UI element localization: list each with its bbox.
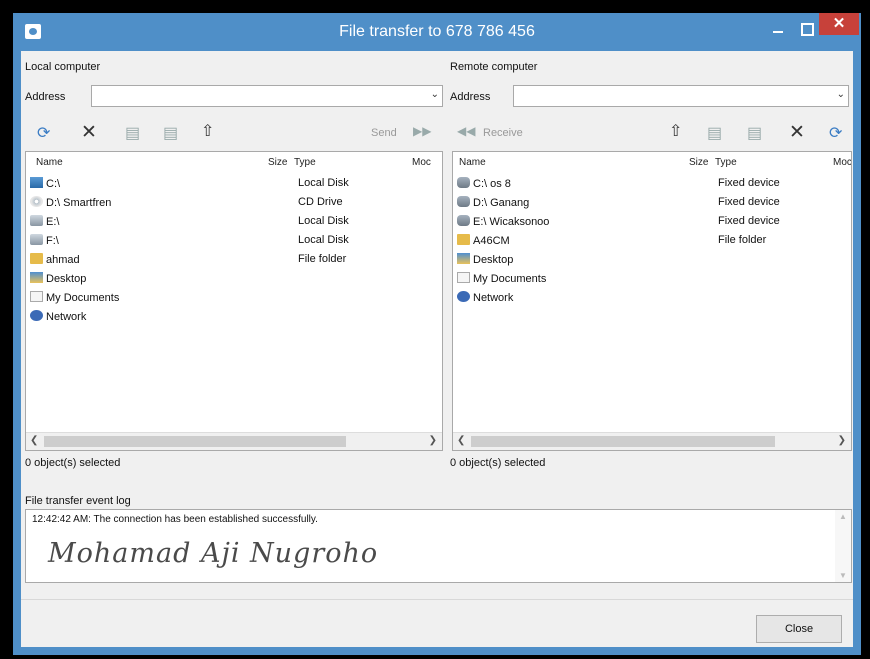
documents-icon <box>457 272 470 283</box>
scroll-down-icon[interactable]: ▼ <box>839 571 847 580</box>
signature-watermark: Mohamad Aji Nugroho <box>48 538 379 569</box>
log-vertical-scrollbar[interactable]: ▲ ▼ <box>835 510 851 582</box>
remote-address-field[interactable]: ⌄ <box>513 85 849 107</box>
local-horizontal-scrollbar[interactable]: ❮ ❯ <box>26 432 442 450</box>
scroll-thumb[interactable] <box>44 436 346 447</box>
list-item[interactable]: My Documents <box>30 291 119 310</box>
refresh-icon[interactable]: ⟳ <box>37 123 50 143</box>
list-item[interactable]: Desktop <box>457 253 513 272</box>
title-bar[interactable]: File transfer to 678 786 456 ✕ <box>13 13 861 51</box>
desktop-icon <box>30 272 43 283</box>
receive-arrow-icon[interactable]: ◀◀ <box>457 124 475 138</box>
documents-icon <box>30 291 43 302</box>
item-type: Local Disk <box>298 215 349 227</box>
list-item[interactable]: F:\ <box>30 234 59 253</box>
scroll-left-icon[interactable]: ❮ <box>457 435 465 446</box>
item-type: File folder <box>718 234 767 246</box>
remote-horizontal-scrollbar[interactable]: ❮ ❯ <box>453 432 851 450</box>
column-name[interactable]: Name <box>459 157 486 168</box>
refresh-icon[interactable]: ⟳ <box>829 123 842 143</box>
local-file-list[interactable]: Name Size Type Moc C:\ Local Disk D:\ Sm… <box>25 151 443 451</box>
delete-icon[interactable]: ✕ <box>81 121 97 144</box>
event-log-label: File transfer event log <box>25 495 131 507</box>
window-close-button[interactable]: ✕ <box>819 13 859 35</box>
close-button[interactable]: Close <box>756 615 842 643</box>
column-size[interactable]: Size <box>268 157 287 168</box>
remote-status: 0 object(s) selected <box>450 457 546 469</box>
list-item[interactable]: E:\ <box>30 215 59 234</box>
list-item[interactable]: E:\ Wicaksonoo <box>457 215 549 234</box>
scroll-left-icon[interactable]: ❮ <box>30 435 38 446</box>
fixed-disk-icon <box>457 215 470 226</box>
local-status: 0 object(s) selected <box>25 457 121 469</box>
list-item[interactable]: D:\ Smartfren <box>30 196 111 215</box>
item-type: Fixed device <box>718 215 780 227</box>
log-entry: 12:42:42 AM: The connection has been est… <box>32 514 318 525</box>
list-item[interactable]: ahmad <box>30 253 80 272</box>
remote-computer-label: Remote computer <box>450 61 538 73</box>
fixed-disk-icon <box>457 196 470 207</box>
column-modified[interactable]: Moc <box>412 157 431 168</box>
new-folder-icon[interactable]: ▤ <box>747 123 762 143</box>
scroll-thumb[interactable] <box>471 436 775 447</box>
event-log[interactable]: 12:42:42 AM: The connection has been est… <box>25 509 852 583</box>
list-item[interactable]: My Documents <box>457 272 546 291</box>
local-list-header: Name Size Type Moc <box>26 152 442 172</box>
network-icon <box>30 310 43 321</box>
file-transfer-window: File transfer to 678 786 456 ✕ Local com… <box>13 13 861 655</box>
fixed-disk-icon <box>457 177 470 188</box>
properties-icon[interactable]: ▤ <box>163 123 178 143</box>
folder-icon <box>457 234 470 245</box>
item-type: Fixed device <box>718 196 780 208</box>
list-item[interactable]: Desktop <box>30 272 86 291</box>
window-title: File transfer to 678 786 456 <box>339 23 535 40</box>
local-address-field[interactable]: ⌄ <box>91 85 443 107</box>
dialog-body: Local computer Address ⌄ ⟳ ✕ ▤ ▤ ⇧ Send … <box>21 51 853 647</box>
column-type[interactable]: Type <box>715 157 737 168</box>
local-address-label: Address <box>25 91 66 103</box>
column-type[interactable]: Type <box>294 157 316 168</box>
scroll-right-icon[interactable]: ❯ <box>429 435 437 446</box>
cd-drive-icon <box>30 196 43 207</box>
item-type: File folder <box>298 253 347 265</box>
remote-address-label: Address <box>450 91 491 103</box>
local-computer-label: Local computer <box>25 61 101 73</box>
receive-button[interactable]: Receive <box>483 127 523 139</box>
properties-icon[interactable]: ▤ <box>707 123 722 143</box>
folder-icon <box>30 253 43 264</box>
send-arrow-icon[interactable]: ▶▶ <box>413 124 431 138</box>
parent-folder-icon[interactable]: ⇧ <box>201 121 214 141</box>
remote-list-header: Name Size Type Moc <box>453 152 851 172</box>
list-item[interactable]: D:\ Ganang <box>457 196 529 215</box>
send-button[interactable]: Send <box>371 127 397 139</box>
list-item[interactable]: C:\ os 8 <box>457 177 511 196</box>
list-item[interactable]: Network <box>457 291 513 310</box>
column-size[interactable]: Size <box>689 157 708 168</box>
parent-folder-icon[interactable]: ⇧ <box>669 121 682 141</box>
divider <box>21 599 853 600</box>
list-item[interactable]: A46CM <box>457 234 510 253</box>
item-type: Local Disk <box>298 177 349 189</box>
system-disk-icon <box>30 177 43 188</box>
chevron-down-icon[interactable]: ⌄ <box>431 89 439 100</box>
column-modified[interactable]: Moc <box>833 157 851 168</box>
item-type: Fixed device <box>718 177 780 189</box>
desktop-icon <box>457 253 470 264</box>
item-type: Local Disk <box>298 234 349 246</box>
network-icon <box>457 291 470 302</box>
delete-icon[interactable]: ✕ <box>789 121 805 144</box>
scroll-right-icon[interactable]: ❯ <box>838 435 846 446</box>
item-type: CD Drive <box>298 196 343 208</box>
remote-file-list[interactable]: Name Size Type Moc C:\ os 8 Fixed device… <box>452 151 852 451</box>
scroll-up-icon[interactable]: ▲ <box>839 512 847 521</box>
disk-icon <box>30 234 43 245</box>
column-name[interactable]: Name <box>36 157 63 168</box>
list-item[interactable]: Network <box>30 310 86 329</box>
minimize-button[interactable] <box>765 19 791 41</box>
list-item[interactable]: C:\ <box>30 177 60 196</box>
chevron-down-icon[interactable]: ⌄ <box>837 89 845 100</box>
maximize-button[interactable] <box>793 19 819 41</box>
new-folder-icon[interactable]: ▤ <box>125 123 140 143</box>
disk-icon <box>30 215 43 226</box>
